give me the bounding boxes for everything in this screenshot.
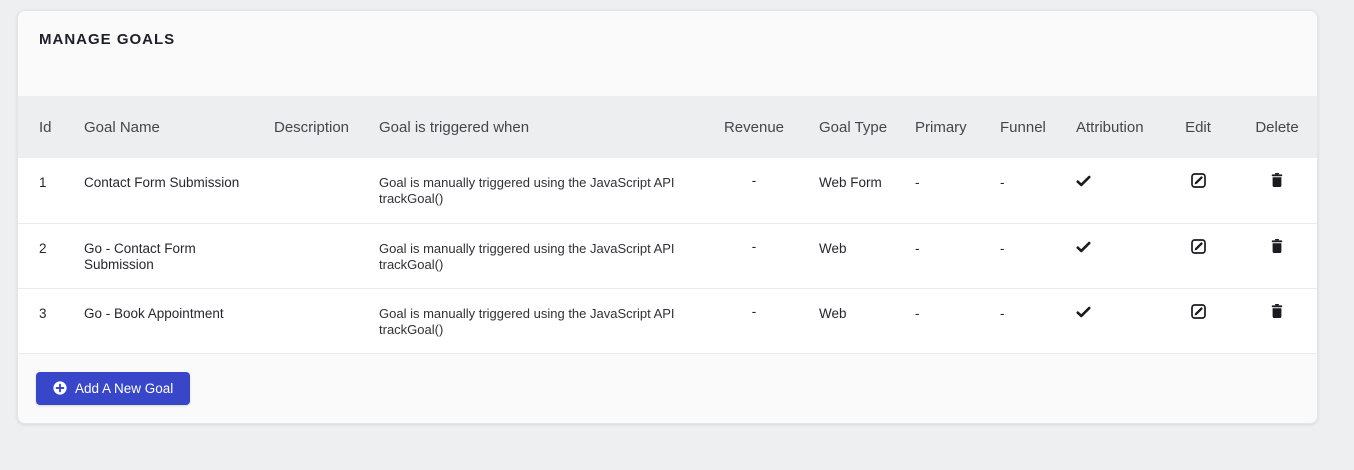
goal-name: Go - Book Appointment	[84, 305, 224, 321]
goal-delete-cell	[1237, 288, 1317, 353]
goal-name: Contact Form Submission	[84, 175, 240, 190]
table-header-row: Id Goal Name Description Goal is trigger…	[18, 96, 1317, 158]
col-header-edit: Edit	[1185, 118, 1211, 136]
goal-delete-cell	[1237, 158, 1317, 223]
add-new-goal-button[interactable]: Add A New Goal	[36, 371, 191, 405]
edit-goal-button[interactable]	[1190, 238, 1206, 254]
col-header-delete: Delete	[1255, 118, 1299, 136]
goal-type: Web Form	[819, 175, 882, 190]
card-header: MANAGE GOALS	[18, 11, 1317, 96]
plus-circle-icon	[53, 381, 67, 395]
goal-edit-cell	[1159, 288, 1237, 353]
goal-type: Web	[819, 240, 847, 256]
goal-description	[253, 158, 358, 223]
edit-goal-button[interactable]	[1190, 173, 1206, 188]
goal-name: Go - Contact Form Submission	[84, 240, 196, 273]
goal-primary: -	[915, 240, 920, 256]
edit-square-icon	[1190, 303, 1206, 319]
goal-funnel: -	[1000, 305, 1005, 321]
goal-attribution	[1055, 223, 1159, 288]
col-header-goal-type: Goal Type	[819, 118, 888, 136]
goal-funnel: -	[1000, 175, 1005, 190]
goal-attribution	[1055, 288, 1159, 353]
goal-delete-cell	[1237, 223, 1317, 288]
col-header-attribution: Attribution	[1076, 118, 1144, 136]
delete-goal-button[interactable]	[1271, 173, 1283, 187]
table-row: 1 Contact Form Submission Goal is manual…	[18, 158, 1317, 223]
page-title: MANAGE GOALS	[39, 31, 176, 48]
card-footer: Add A New Goal	[18, 354, 1317, 424]
trash-icon	[1271, 238, 1283, 253]
goal-attribution	[1055, 158, 1159, 223]
col-header-primary: Primary	[915, 118, 967, 136]
goal-description	[253, 223, 358, 288]
goal-primary: -	[915, 305, 920, 321]
check-icon	[1076, 175, 1091, 187]
table-row: 2 Go - Contact Form Submission Goal is m…	[18, 223, 1317, 288]
goal-revenue: -	[751, 303, 757, 319]
col-header-id: Id	[39, 118, 52, 136]
delete-goal-button[interactable]	[1271, 303, 1283, 318]
goal-id: 1	[39, 175, 47, 190]
col-header-funnel: Funnel	[1000, 118, 1046, 136]
goal-type: Web	[819, 305, 847, 321]
col-header-trigger: Goal is triggered when	[379, 118, 530, 136]
goal-id: 3	[39, 305, 47, 321]
goal-primary: -	[915, 175, 920, 190]
manage-goals-card: MANAGE GOALS Id Goal Name Description Go…	[17, 10, 1318, 424]
check-icon	[1076, 306, 1091, 318]
goal-revenue: -	[751, 173, 757, 188]
goal-trigger: Goal is manually triggered using the Jav…	[379, 240, 675, 272]
trash-icon	[1271, 173, 1283, 187]
edit-goal-button[interactable]	[1190, 303, 1206, 319]
trash-icon	[1271, 303, 1283, 318]
goal-revenue: -	[751, 238, 757, 254]
col-header-description: Description	[274, 118, 350, 136]
table-row: 3 Go - Book Appointment Goal is manually…	[18, 288, 1317, 353]
goal-funnel: -	[1000, 240, 1005, 256]
add-new-goal-label: Add A New Goal	[75, 380, 174, 396]
goal-edit-cell	[1159, 223, 1237, 288]
goal-id: 2	[39, 240, 47, 256]
goal-edit-cell	[1159, 158, 1237, 223]
col-header-goal-name: Goal Name	[84, 118, 160, 136]
goal-trigger: Goal is manually triggered using the Jav…	[379, 305, 675, 337]
goal-trigger: Goal is manually triggered using the Jav…	[379, 175, 675, 207]
goals-table: Id Goal Name Description Goal is trigger…	[18, 96, 1317, 354]
check-icon	[1076, 241, 1091, 253]
edit-square-icon	[1190, 173, 1206, 188]
delete-goal-button[interactable]	[1271, 238, 1283, 253]
col-header-revenue: Revenue	[723, 118, 785, 136]
goal-description	[253, 288, 358, 353]
edit-square-icon	[1190, 238, 1206, 254]
